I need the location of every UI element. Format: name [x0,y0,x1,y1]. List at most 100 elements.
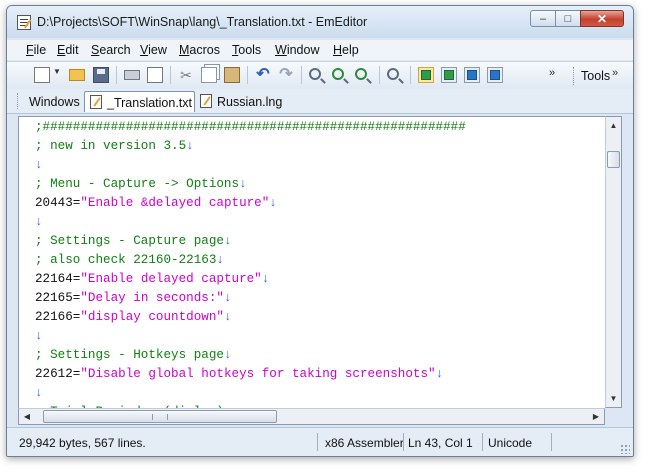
redo-icon[interactable]: ↷ [278,67,294,83]
editor-line[interactable]: ;#######################################… [35,118,466,137]
menu-view[interactable]: View [140,43,167,57]
toolbar-separator [301,66,302,84]
scroll-down-icon[interactable]: ▼ [606,390,621,407]
paste-icon[interactable] [224,67,240,83]
find-in-files-icon[interactable] [387,68,399,80]
menu-window[interactable]: Window [275,43,319,57]
menu-edit[interactable]: Edit [57,43,79,57]
scroll-right-icon[interactable]: ▶ [588,409,604,424]
vertical-scroll-thumb[interactable] [607,151,620,168]
newline-marker: ↓ [223,234,232,248]
tools-overflow-icon[interactable]: » [612,67,618,79]
print-preview-icon[interactable] [147,67,163,83]
wrap-by-window-icon[interactable] [441,67,457,83]
editor-window: D:\Projects\SOFT\WinSnap\lang\_Translati… [6,5,634,457]
editor-line[interactable]: ↓ [35,213,43,232]
status-position[interactable]: Ln 43, Col 1 [408,436,473,450]
menu-search[interactable]: Search [91,43,131,57]
word-wrap-icon[interactable] [418,67,434,83]
tools-toolbar-label[interactable]: Tools [581,69,610,83]
emeditor-app-icon[interactable] [17,15,31,30]
editor-line[interactable]: ; Menu - Capture -> Options↓ [35,175,247,194]
newline-marker: ↓ [261,272,270,286]
maximize-icon: □ [564,12,572,25]
newline-marker: ↓ [216,253,224,267]
menu-macros[interactable]: Macros [179,43,220,57]
editor-token: 20443= [35,196,81,210]
status-encoding[interactable]: Unicode [488,436,532,450]
scroll-left-icon[interactable]: ◀ [19,409,35,424]
menu-bar: File Edit Search View Macros Tools Windo… [7,40,633,60]
editor-line[interactable]: ; new in version 3.5↓ [35,137,194,156]
editor-line[interactable]: 22164="Enable delayed capture"↓ [35,270,269,289]
new-dropdown-icon[interactable]: ▼ [53,67,61,83]
text-file-icon [200,94,212,108]
toolbar-overflow-icon[interactable]: » [549,67,555,79]
editor-token: 22612= [35,367,81,381]
minimize-icon: – [539,12,547,25]
editor-line[interactable]: ↓ [35,156,43,175]
save-icon[interactable] [93,67,109,83]
editor-line[interactable]: 22165="Delay in seconds:"↓ [35,289,232,308]
tab-label: Russian.lng [217,95,283,109]
menu-file[interactable]: File [26,43,46,57]
menu-tools[interactable]: Tools [232,43,261,57]
maximize-button[interactable]: □ [555,10,581,27]
editor-line[interactable]: ; Settings - Hotkeys page↓ [35,346,232,365]
print-icon[interactable] [124,70,140,80]
minimize-button[interactable]: – [530,10,556,27]
text-editor-area[interactable]: ;#######################################… [18,116,606,410]
undo-icon[interactable]: ↶ [255,67,271,83]
newline-marker: ↓ [35,386,43,400]
resize-grip-icon[interactable] [620,444,630,454]
newline-marker: ↓ [269,196,277,210]
main-toolbar: ▼ ✂ ↶ ↷ » Tools » [7,61,633,90]
close-button[interactable]: ✕ [580,10,624,27]
cut-icon[interactable]: ✂ [178,67,194,83]
tab-russian-lng[interactable]: Russian.lng [195,91,285,112]
editor-token: ; Menu - Capture -> Options [35,177,240,191]
status-separator [551,433,552,451]
tab-label: _Translation.txt [107,96,192,110]
editor-token: "Delay in seconds:" [80,291,224,305]
scroll-grip-icon [152,414,168,420]
status-syntax[interactable]: x86 Assembler [325,436,404,450]
vertical-scrollbar[interactable]: ▲ ▼ [605,116,622,408]
open-folder-icon[interactable] [69,69,85,81]
tab-translation-txt[interactable]: _Translation.txt [84,91,195,112]
document-tab-bar: Windows _Translation.txt Russian.lng [7,89,633,114]
window-title: D:\Projects\SOFT\WinSnap\lang\_Translati… [37,15,368,29]
status-separator [317,433,318,451]
copy-icon[interactable] [201,67,217,83]
title-bar[interactable]: D:\Projects\SOFT\WinSnap\lang\_Translati… [7,6,633,38]
status-separator [482,433,483,451]
wrap-by-page-icon[interactable] [464,67,480,83]
editor-line[interactable]: 20443="Enable &delayed capture"↓ [35,194,277,213]
toolbar-separator [379,66,380,84]
editor-token: ; Settings - Capture page [35,234,224,248]
menu-help[interactable]: Help [333,43,359,57]
newline-marker: ↓ [223,291,232,305]
editor-line[interactable]: ↓ [35,384,43,403]
editor-token: ;#######################################… [35,120,466,134]
toolbar-grip[interactable] [573,67,576,85]
find-icon[interactable] [309,68,321,80]
no-wrap-icon[interactable] [487,67,503,83]
newline-marker: ↓ [239,177,247,191]
scroll-up-icon[interactable]: ▲ [606,117,621,134]
editor-line[interactable]: ; Settings - Capture page↓ [35,232,232,251]
find-previous-icon[interactable] [355,68,367,80]
toolbar-separator [410,66,411,84]
editor-line[interactable]: 22166="display countdown"↓ [35,308,232,327]
horizontal-scrollbar[interactable]: ◀ ▶ [18,408,605,425]
editor-line[interactable]: ; also check 22160-22163↓ [35,251,224,270]
tab-bar-grip[interactable] [17,93,20,109]
horizontal-scroll-thumb[interactable] [43,410,277,423]
newline-marker: ↓ [186,139,194,153]
new-file-icon[interactable] [34,67,50,83]
editor-token: ; Settings - Hotkeys page [35,348,224,362]
find-next-icon[interactable] [332,68,344,80]
editor-line[interactable]: ↓ [35,327,43,346]
editor-line[interactable]: 22612="Disable global hotkeys for taking… [35,365,443,384]
editor-token: "Enable delayed capture" [80,272,262,286]
